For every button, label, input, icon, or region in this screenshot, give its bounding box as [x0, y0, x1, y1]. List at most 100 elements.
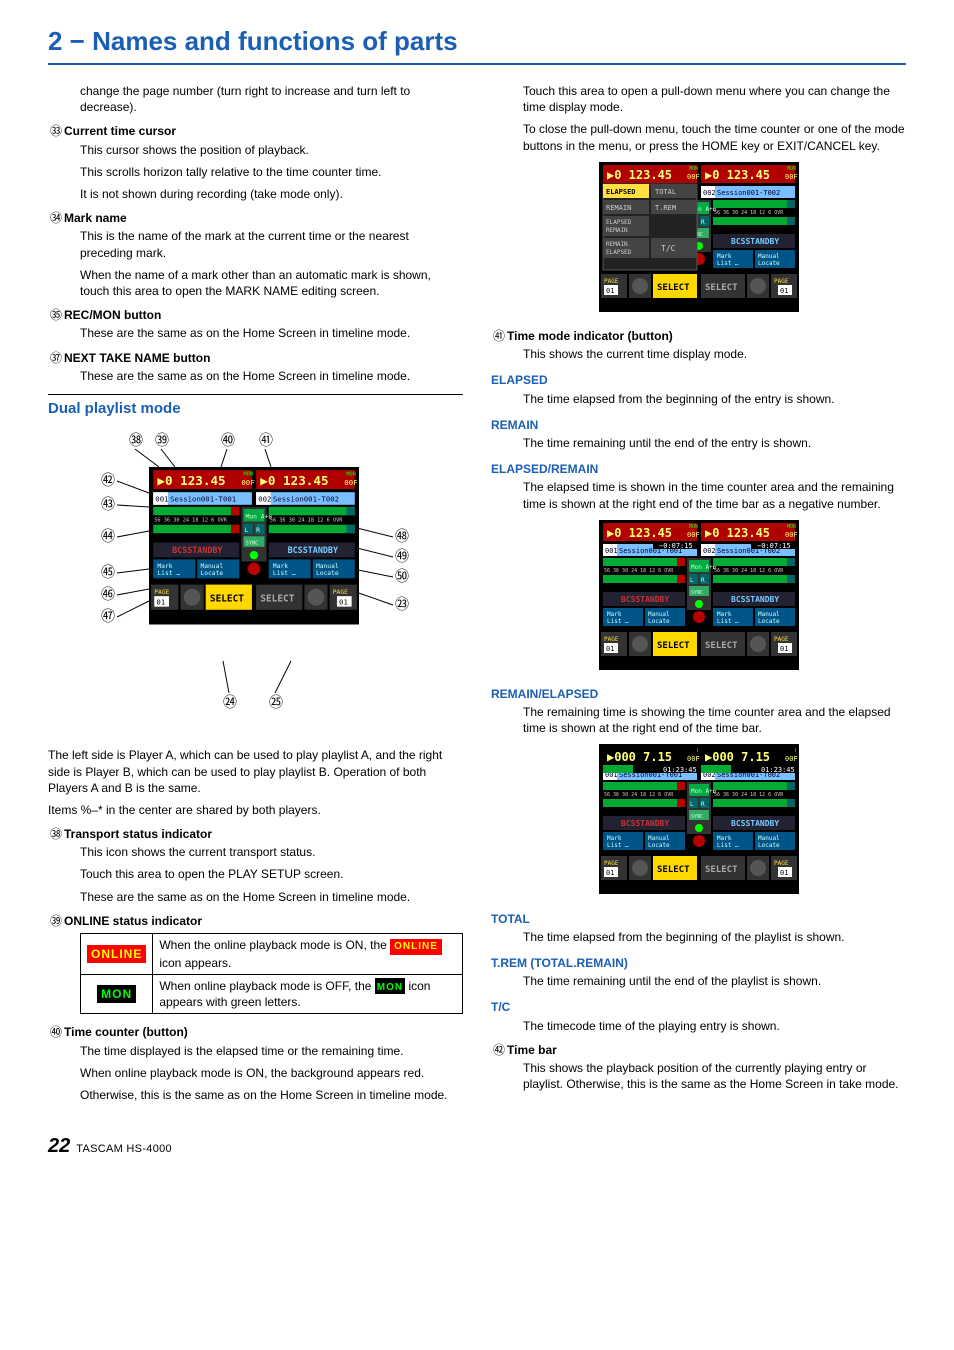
item-number-37: ㊲ — [48, 350, 64, 366]
svg-text:00F: 00F — [785, 755, 798, 763]
item-number-35: ㉞ — [48, 210, 64, 226]
mode-heading-remain: REMAIN — [491, 417, 906, 433]
body-text: The timecode time of the playing entry i… — [491, 1018, 906, 1034]
body-text: These are the same as on the Home Screen… — [80, 325, 463, 341]
svg-text:㉓: ㉓ — [395, 596, 409, 612]
dual-playlist-figure: ㊳ ㊴ ㊵ ㊶ ㊷ ㊸ ㊹ ㊺ ㊻ ㊼ ㊽ ㊾ ㊿ ㉓ — [48, 431, 463, 735]
online-indicator-table: ONLINE When the online playback mode is … — [80, 933, 463, 1014]
body-text: It is not shown during recording (take m… — [80, 186, 463, 202]
svg-text:㉔: ㉔ — [223, 694, 237, 710]
horizontal-rule — [48, 394, 463, 395]
item-number-34: ㉝ — [48, 123, 64, 139]
svg-text:01:23:45: 01:23:45 — [761, 766, 795, 774]
svg-text:TOTAL: TOTAL — [655, 188, 676, 196]
svg-text:−0:07:15: −0:07:15 — [757, 542, 791, 550]
body-text: These are the same as on the Home Screen… — [80, 368, 463, 384]
svg-text:T/C: T/C — [661, 244, 676, 253]
mode-heading-remain-elapsed: REMAIN/ELAPSED — [491, 686, 906, 702]
svg-text:㊸: ㊸ — [101, 496, 115, 512]
svg-text:T.REM: T.REM — [655, 204, 676, 212]
svg-text:REMAIN: REMAIN — [606, 241, 628, 248]
body-text: Touch this area to open a pull-down menu… — [523, 83, 906, 115]
time-mode-menu-figure: ELAPSED TOTAL REMAIN T.REM ELAPSED REMAI… — [491, 162, 906, 316]
body-text: The elapsed time is shown in the time co… — [491, 479, 906, 511]
item-number-39: ㊴ — [48, 913, 64, 929]
body-text: This scrolls horizon tally relative to t… — [80, 164, 463, 180]
page-number: 22 — [48, 1133, 70, 1160]
body-text: The time remaining until the end of the … — [491, 973, 906, 989]
body-text: This shows the playback position of the … — [523, 1060, 906, 1092]
mode-heading-elapsed: ELAPSED — [491, 372, 906, 388]
svg-text:㊵: ㊵ — [221, 432, 235, 448]
svg-text:㊾: ㊾ — [395, 548, 409, 564]
svg-text:▶000 7.15: ▶000 7.15 — [705, 750, 770, 764]
svg-text:㊼: ㊼ — [101, 608, 115, 624]
svg-text:㊹: ㊹ — [101, 528, 115, 544]
section-title-dual-playlist: Dual playlist mode — [48, 399, 463, 421]
body-text: This shows the current time display mode… — [523, 346, 906, 362]
item-number-40: ㊵ — [48, 1024, 64, 1040]
svg-text:ELAPSED: ELAPSED — [606, 188, 636, 196]
body-text: This icon shows the current transport st… — [80, 844, 463, 860]
svg-text:㊴: ㊴ — [155, 432, 169, 448]
svg-text:REMAIN: REMAIN — [606, 204, 631, 212]
svg-text:01:23:45: 01:23:45 — [663, 766, 697, 774]
item-title-37: NEXT TAKE NAME button — [64, 350, 210, 366]
table-cell: When the online playback mode is ON, the… — [153, 934, 463, 975]
item-title-42: Time bar — [507, 1042, 557, 1058]
svg-text:ELAPSED: ELAPSED — [606, 249, 632, 256]
table-cell: When online playback mode is OFF, the MO… — [153, 974, 463, 1014]
continuation-text: change the page number (turn right to in… — [48, 83, 463, 115]
svg-text:㊷: ㊷ — [101, 472, 115, 488]
body-text: This cursor shows the position of playba… — [80, 142, 463, 158]
item-number-38: ㊳ — [48, 826, 64, 842]
item-number-41: ㊶ — [491, 328, 507, 344]
svg-text:−0:07:15: −0:07:15 — [659, 542, 693, 550]
body-text: Touch this area to open the PLAY SETUP s… — [80, 866, 463, 882]
body-text: To close the pull-down menu, touch the t… — [523, 121, 906, 153]
svg-text:㊿: ㊿ — [395, 568, 409, 584]
mode-heading-elapsed-remain: ELAPSED/REMAIN — [491, 461, 906, 477]
mon-icon: MON — [101, 987, 132, 1001]
mon-icon-inline: MON — [377, 982, 403, 993]
svg-text:㊳: ㊳ — [129, 432, 143, 448]
body-text: The left side is Player A, which can be … — [48, 747, 463, 796]
item-number-36: ㉟ — [48, 307, 64, 323]
item-title-39: ONLINE status indicator — [64, 913, 202, 929]
body-text: The remaining time is showing the time c… — [491, 704, 906, 736]
body-text: The time remaining until the end of the … — [491, 435, 906, 451]
svg-text:㊺: ㊺ — [101, 564, 115, 580]
body-text: The time elapsed from the beginning of t… — [491, 391, 906, 407]
body-text: When online playback mode is ON, the bac… — [80, 1065, 463, 1081]
svg-text:㉕: ㉕ — [269, 694, 283, 710]
body-text: The time elapsed from the beginning of t… — [491, 929, 906, 945]
body-text: Items %–* in the center are shared by bo… — [48, 802, 463, 818]
item-title-40: Time counter (button) — [64, 1024, 188, 1040]
item-title-38: Transport status indicator — [64, 826, 212, 842]
svg-text:ELAPSED: ELAPSED — [606, 219, 632, 226]
body-text: The time displayed is the elapsed time o… — [80, 1043, 463, 1059]
body-text: This is the name of the mark at the curr… — [80, 228, 463, 260]
body-text: When the name of a mark other than an au… — [80, 267, 463, 299]
body-text: Otherwise, this is the same as on the Ho… — [80, 1087, 463, 1103]
item-title-35: Mark name — [64, 210, 127, 226]
item-title-34: Current time cursor — [64, 123, 176, 139]
remain-elapsed-figure: ▶000 7.15 00F ▶000 7.15 00F 01:23:45 01:… — [491, 744, 906, 898]
svg-text:00F: 00F — [687, 755, 700, 763]
body-text: These are the same as on the Home Screen… — [80, 889, 463, 905]
online-icon-inline: ONLINE — [390, 939, 442, 955]
mode-heading-trem: T.REM (TOTAL.REMAIN) — [491, 955, 906, 971]
svg-text:㊶: ㊶ — [259, 432, 273, 448]
footer-model: TASCAM HS-4000 — [76, 1142, 172, 1157]
item-title-41: Time mode indicator (button) — [507, 328, 673, 344]
svg-text:㊽: ㊽ — [395, 528, 409, 544]
chapter-title: 2 − Names and functions of parts — [48, 24, 906, 65]
mode-heading-tc: T/C — [491, 999, 906, 1015]
online-icon: ONLINE — [87, 945, 146, 963]
item-number-42: ㊷ — [491, 1042, 507, 1058]
svg-text:㊻: ㊻ — [101, 586, 115, 602]
elapsed-remain-figure: −0:07:15 −0:07:15 — [491, 520, 906, 674]
svg-text:▶000 7.15: ▶000 7.15 — [607, 750, 672, 764]
item-title-36: REC/MON button — [64, 307, 161, 323]
mode-heading-total: TOTAL — [491, 911, 906, 927]
